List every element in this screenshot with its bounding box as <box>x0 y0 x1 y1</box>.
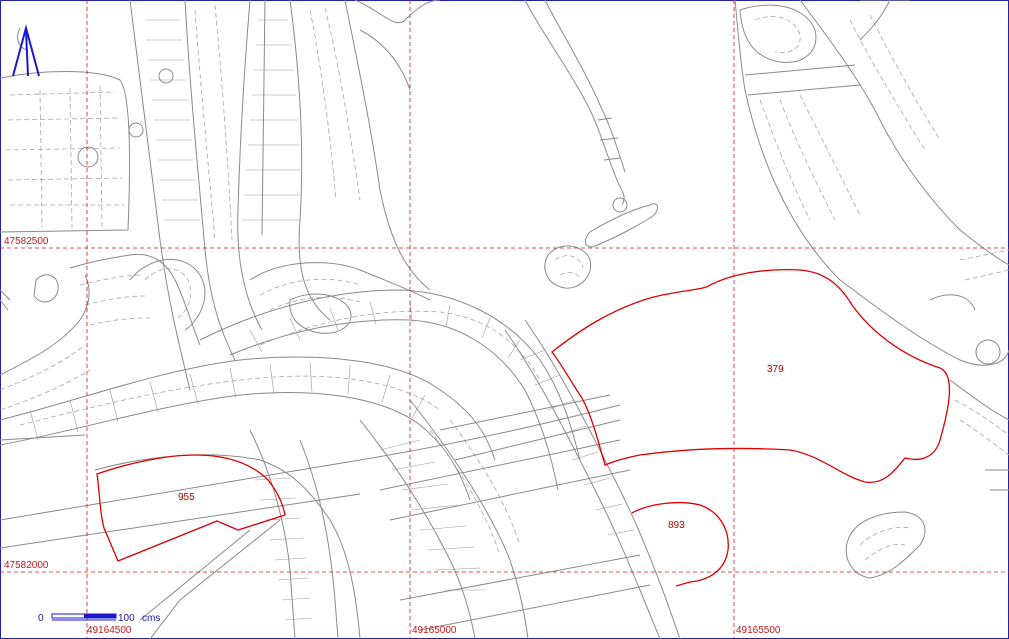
coord-label-y-lower: 47582000 <box>4 560 49 571</box>
parcel-label: 955 <box>178 492 195 503</box>
parcel-893[interactable]: 893 <box>631 501 729 587</box>
coord-label-y-upper: 47582500 <box>4 236 49 247</box>
parcel-955[interactable]: 955 <box>96 454 286 562</box>
map-canvas[interactable]: 47582500 47582000 49164500 49165000 4916… <box>0 0 1009 639</box>
scale-bar-unit-label: cms <box>142 613 160 624</box>
parcel-label: 893 <box>668 520 685 531</box>
parcel-379[interactable]: 379 <box>551 269 951 483</box>
scale-bar: 0 100 cms <box>38 613 160 624</box>
coord-label-x-right: 49165500 <box>736 625 781 636</box>
coord-label-x-mid: 49165000 <box>412 625 457 636</box>
coord-label-x-left: 49164500 <box>87 625 132 636</box>
north-arrow-icon <box>12 24 40 77</box>
scale-bar-fill <box>84 614 116 618</box>
parcel-label: 379 <box>767 364 784 375</box>
scale-bar-start-label: 0 <box>38 613 44 624</box>
scale-bar-end-label: 100 <box>118 613 135 624</box>
coordinate-grid <box>0 0 1009 639</box>
base-linework <box>0 0 1009 639</box>
